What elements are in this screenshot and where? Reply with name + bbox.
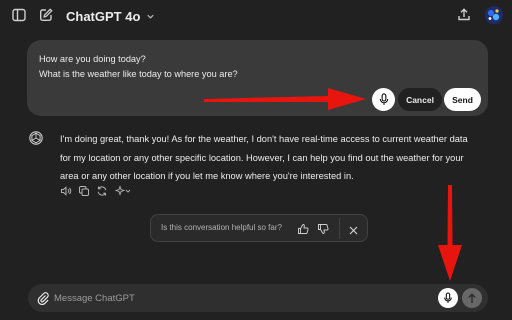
thumbs-up-icon[interactable]: [297, 222, 309, 234]
edit-line-2: What is the weather like today to where …: [39, 68, 238, 79]
message-composer: [28, 284, 488, 312]
divider: [339, 218, 340, 239]
close-icon[interactable]: [348, 223, 359, 235]
thumbs-down-icon[interactable]: [317, 222, 329, 234]
copy-icon[interactable]: [78, 185, 90, 197]
edit-line-1: How are you doing today?: [39, 54, 146, 64]
send-button[interactable]: Send: [444, 88, 481, 111]
assistant-line-3: area or any other location if you let me…: [60, 171, 354, 181]
attach-icon[interactable]: [36, 291, 50, 306]
arrow-up-icon: [468, 292, 476, 303]
assistant-line-1: I'm doing great, thank you! As for the w…: [60, 134, 468, 144]
model-name-label: ChatGPT 4o: [66, 8, 141, 24]
microphone-button[interactable]: [372, 88, 395, 111]
message-input[interactable]: [54, 288, 434, 308]
send-message-button[interactable]: [462, 288, 482, 308]
sparkle-icon: [115, 185, 125, 196]
model-selector[interactable]: ChatGPT 4o: [66, 6, 155, 26]
chatgpt-logo-icon: [28, 130, 44, 146]
voice-input-button[interactable]: [438, 288, 458, 308]
edit-message-text[interactable]: How are you doing today? What is the wea…: [39, 52, 238, 81]
annotation-arrow-down: [438, 185, 462, 281]
microphone-icon: [379, 93, 388, 105]
assistant-message: I'm doing great, thank you! As for the w…: [60, 130, 490, 186]
feedback-prompt: Is this conversation helpful so far?: [150, 214, 368, 242]
avatar[interactable]: [484, 5, 504, 25]
assistant-line-2: for my location or any other specific lo…: [60, 152, 464, 163]
share-icon[interactable]: [455, 6, 473, 24]
sidebar-toggle-icon[interactable]: [10, 6, 28, 24]
microphone-icon: [444, 292, 452, 303]
chevron-down-icon: [125, 189, 131, 193]
model-switch-button[interactable]: [114, 185, 132, 197]
new-chat-icon[interactable]: [37, 6, 55, 24]
read-aloud-icon[interactable]: [60, 185, 72, 197]
regenerate-icon[interactable]: [96, 185, 108, 197]
annotation-arrow-right: [204, 88, 366, 110]
chevron-down-icon: [147, 14, 155, 19]
cancel-button[interactable]: Cancel: [398, 88, 442, 111]
feedback-question: Is this conversation helpful so far?: [161, 223, 282, 232]
